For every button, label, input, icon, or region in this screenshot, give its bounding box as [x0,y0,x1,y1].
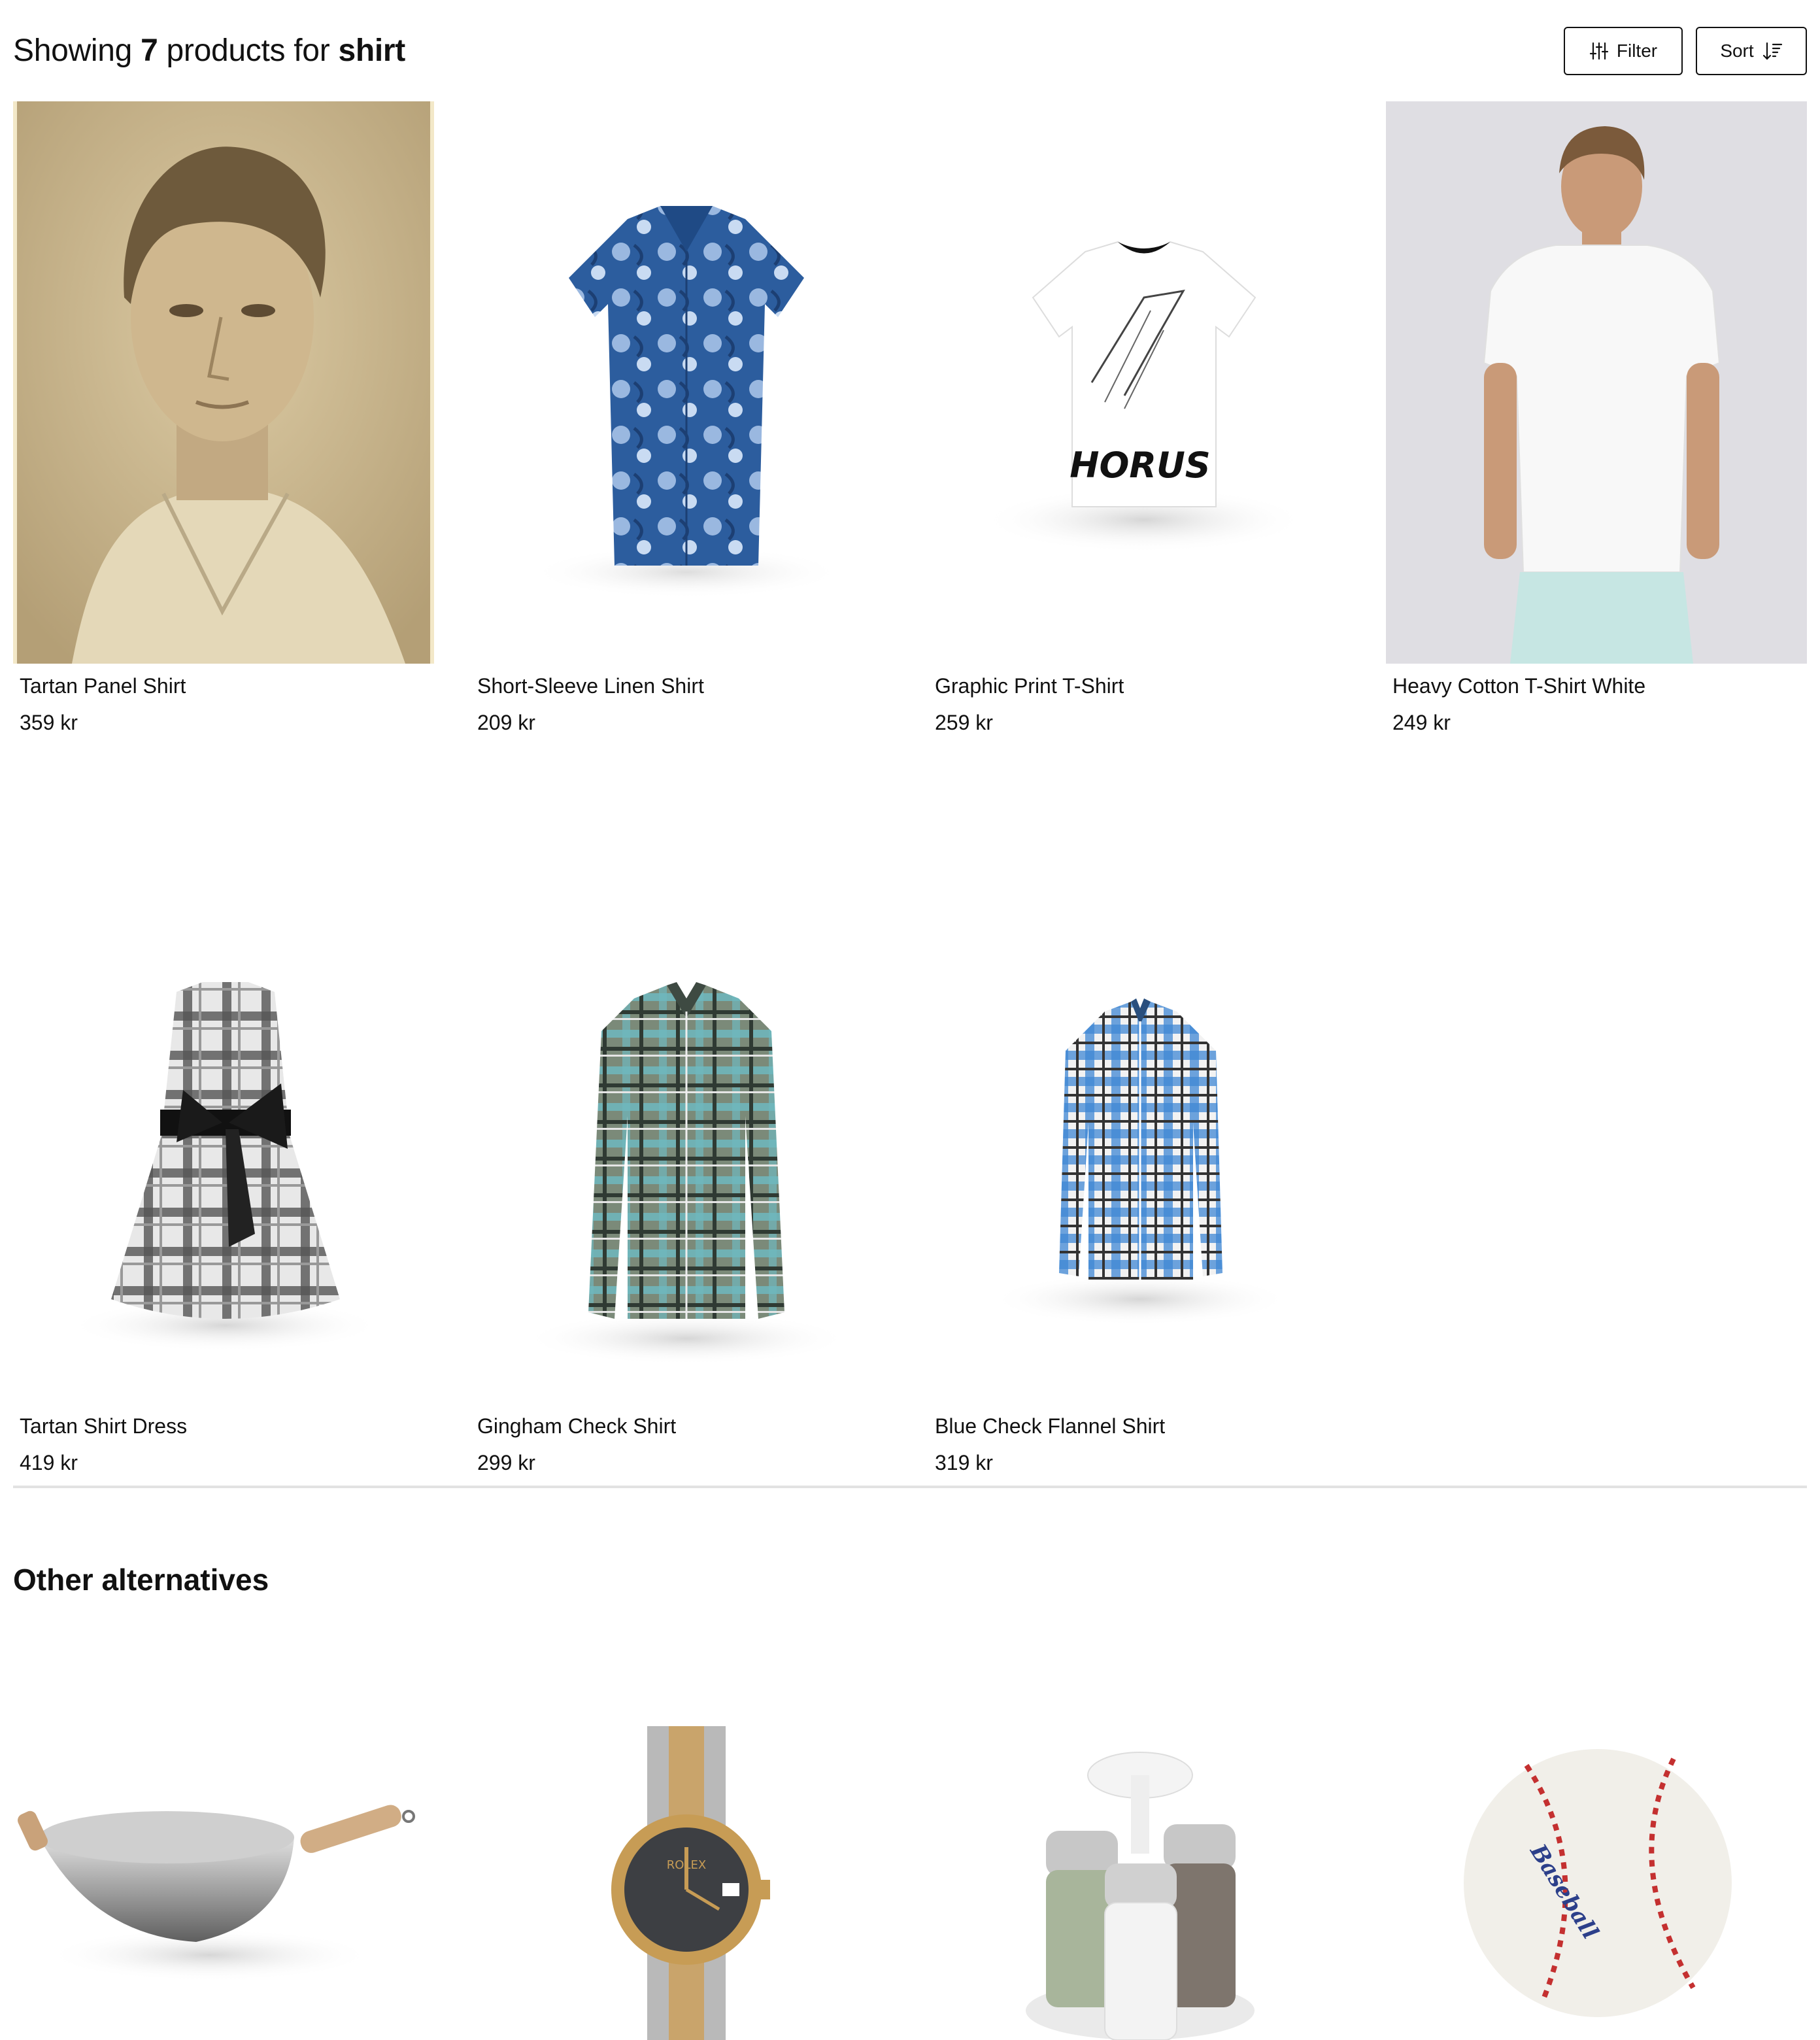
product-price: 249 kr [1392,711,1451,734]
product-card[interactable]: Short-Sleeve Linen Shirt 209 kr [471,101,892,737]
product-card[interactable]: HORUS Graphic Print T-Shirt 259 kr [928,101,1349,737]
product-price: 209 kr [477,711,535,734]
product-image[interactable] [13,842,434,1404]
salt-pepper-shakers-icon[interactable] [928,1648,1349,2040]
results-prefix: Showing [13,33,133,68]
sliders-icon [1589,41,1609,61]
product-price: 359 kr [20,711,78,734]
product-image[interactable] [13,101,434,664]
product-image[interactable]: HORUS [928,101,1349,664]
watch-icon[interactable]: ROLEX [471,1648,892,2040]
product-name[interactable]: Heavy Cotton T-Shirt White [1392,672,1807,700]
alternative-card[interactable] [928,1648,1349,2040]
alternative-card[interactable]: ROLEX [471,1648,892,2040]
product-name[interactable]: Gingham Check Shirt [477,1412,892,1440]
product-card[interactable]: Blue Check Flannel Shirt 319 kr [928,842,1349,1477]
results-middle: products for [166,33,330,68]
results-count: 7 [141,33,158,68]
product-image[interactable] [471,842,892,1404]
alternatives-heading: Other alternatives [13,1563,269,1597]
sort-descending-icon [1762,41,1783,61]
product-name[interactable]: Tartan Panel Shirt [20,672,434,700]
product-card[interactable]: Tartan Panel Shirt 359 kr [13,101,434,737]
sort-label: Sort [1720,41,1754,61]
baseball-icon[interactable]: Baseball [1386,1648,1807,2040]
results-toolbar: Filter Sort [1564,27,1807,75]
filter-label: Filter [1616,41,1658,61]
section-divider [13,1486,1807,1488]
alternative-card[interactable]: Baseball [1386,1648,1807,2040]
product-price: 259 kr [935,711,993,734]
product-card[interactable]: Heavy Cotton T-Shirt White 249 kr [1386,101,1807,737]
product-image[interactable] [928,842,1349,1404]
wok-icon[interactable] [13,1648,434,2040]
product-grid: Tartan Panel Shirt 359 kr Short-Sleeve L… [13,101,1807,1477]
alternative-card[interactable] [13,1648,434,2040]
results-query: shirt [338,33,405,68]
product-image[interactable] [471,101,892,664]
sort-button[interactable]: Sort [1696,27,1807,75]
product-image[interactable] [1386,101,1807,664]
product-name[interactable]: Tartan Shirt Dress [20,1412,434,1440]
shirt-print-text: HORUS [1070,445,1210,486]
product-name[interactable]: Short-Sleeve Linen Shirt [477,672,892,700]
product-card[interactable]: Tartan Shirt Dress 419 kr [13,842,434,1477]
product-name[interactable]: Graphic Print T-Shirt [935,672,1349,700]
product-name[interactable]: Blue Check Flannel Shirt [935,1412,1349,1440]
filter-button[interactable]: Filter [1564,27,1683,75]
product-card[interactable]: Gingham Check Shirt 299 kr [471,842,892,1477]
alternatives-grid: ROLEX [13,1648,1807,2040]
results-heading: Showing 7 products for shirt [13,29,405,73]
product-price: 299 kr [477,1451,535,1474]
product-price: 419 kr [20,1451,78,1474]
product-price: 319 kr [935,1451,993,1474]
search-results-page: Showing 7 products for shirt Filter Sort [0,0,1820,2040]
